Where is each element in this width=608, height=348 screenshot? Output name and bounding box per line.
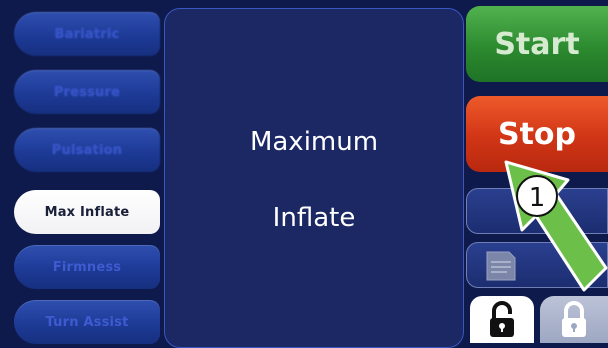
locked-padlock-icon xyxy=(562,300,586,337)
mode-button-label: Pulsation xyxy=(51,142,123,158)
mode-display-panel: Maximum Inflate xyxy=(164,8,464,348)
callout-number: 1 xyxy=(529,183,546,213)
lock-button[interactable] xyxy=(540,296,608,343)
mode-button-turn-assist[interactable]: Turn Assist xyxy=(14,300,160,344)
mode-button-label: Bariatric xyxy=(54,26,120,42)
unlocked-padlock-icon xyxy=(490,300,514,337)
callout-arrow-icon: 1 xyxy=(504,160,608,292)
stop-button-label: Stop xyxy=(497,116,577,152)
mode-button-label: Turn Assist xyxy=(45,314,129,330)
mode-button-label: Pressure xyxy=(53,84,121,100)
start-button[interactable]: Start xyxy=(466,6,608,82)
mode-button-bariatric[interactable]: Bariatric xyxy=(14,12,160,56)
mode-button-label: Max Inflate xyxy=(44,204,130,220)
mode-button-max-inflate[interactable]: Max Inflate xyxy=(14,190,160,234)
start-button-label: Start xyxy=(494,26,580,62)
mode-title-line2: Inflate xyxy=(272,203,356,233)
mode-button-label: Firmness xyxy=(52,259,122,275)
mode-button-pulsation[interactable]: Pulsation xyxy=(14,128,160,172)
mode-button-pressure[interactable]: Pressure xyxy=(14,70,160,114)
mode-button-firmness[interactable]: Firmness xyxy=(14,245,160,289)
callout-arrow: 1 xyxy=(486,150,608,300)
mode-title-line1: Maximum xyxy=(249,127,379,157)
unlock-button[interactable] xyxy=(470,296,534,343)
